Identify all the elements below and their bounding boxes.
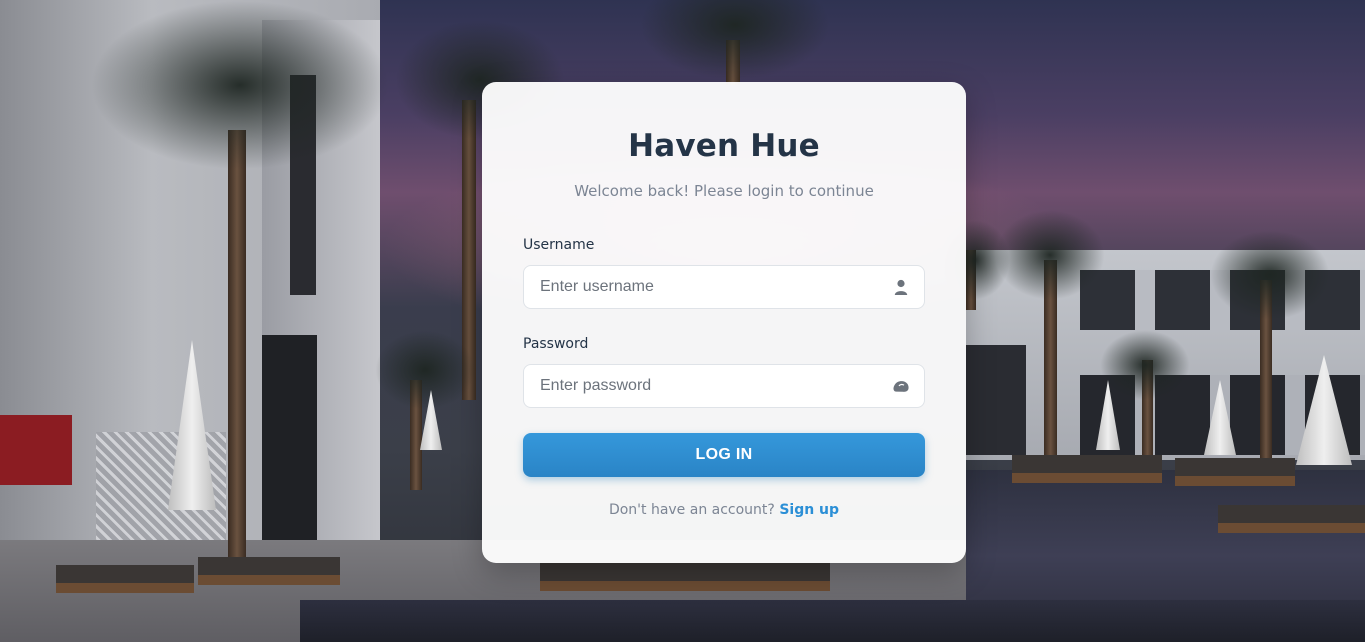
password-label: Password xyxy=(523,336,589,352)
password-field xyxy=(523,364,925,408)
login-button[interactable]: LOG IN xyxy=(523,433,925,477)
username-input[interactable] xyxy=(540,266,870,308)
login-page: Haven Hue Welcome back! Please login to … xyxy=(0,0,1365,642)
eye-toggle-icon[interactable] xyxy=(892,377,910,395)
username-field xyxy=(523,265,925,309)
signup-link[interactable]: Sign up xyxy=(779,502,839,518)
password-input[interactable] xyxy=(540,365,870,407)
username-label: Username xyxy=(523,237,595,253)
user-icon xyxy=(892,278,910,296)
app-title: Haven Hue xyxy=(628,128,820,164)
signup-prompt: Don't have an account? Sign up xyxy=(482,502,966,518)
welcome-subtitle: Welcome back! Please login to continue xyxy=(574,182,874,200)
signup-prompt-text: Don't have an account? xyxy=(608,502,775,518)
login-card: Haven Hue Welcome back! Please login to … xyxy=(482,82,966,563)
